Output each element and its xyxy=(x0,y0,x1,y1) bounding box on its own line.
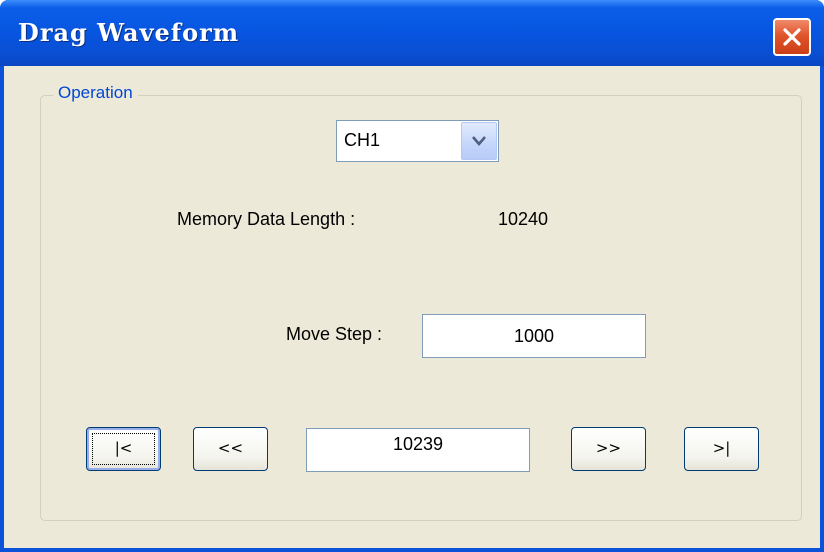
move-step-input[interactable]: 1000 xyxy=(422,314,646,358)
previous-button-label: << xyxy=(217,439,244,457)
position-input[interactable]: 10239 xyxy=(306,428,530,472)
channel-value: CH1 xyxy=(344,130,381,150)
next-button[interactable]: >> xyxy=(571,427,646,471)
memory-length-value: 10240 xyxy=(498,209,549,229)
first-button-label: |< xyxy=(114,439,133,457)
close-icon xyxy=(783,28,801,46)
last-button-label: >| xyxy=(712,439,731,457)
close-button[interactable] xyxy=(773,18,811,56)
memory-length-label: Memory Data Length : xyxy=(177,209,356,229)
dropdown-button[interactable] xyxy=(461,122,497,160)
chevron-down-icon xyxy=(472,136,486,146)
dialog-window: Drag Waveform Operation CH1 Memory Data … xyxy=(0,0,824,552)
title-bar[interactable]: Drag Waveform xyxy=(0,0,824,66)
last-button[interactable]: >| xyxy=(684,427,759,471)
group-legend: Operation xyxy=(53,83,138,103)
channel-select[interactable]: CH1 xyxy=(336,120,499,162)
window-title: Drag Waveform xyxy=(18,18,240,47)
dialog-body: Operation CH1 Memory Data Length : 10240… xyxy=(4,66,820,548)
previous-button[interactable]: << xyxy=(193,427,268,471)
first-button[interactable]: |< xyxy=(86,427,161,471)
next-button-label: >> xyxy=(595,439,622,457)
move-step-label: Move Step : xyxy=(286,324,383,344)
